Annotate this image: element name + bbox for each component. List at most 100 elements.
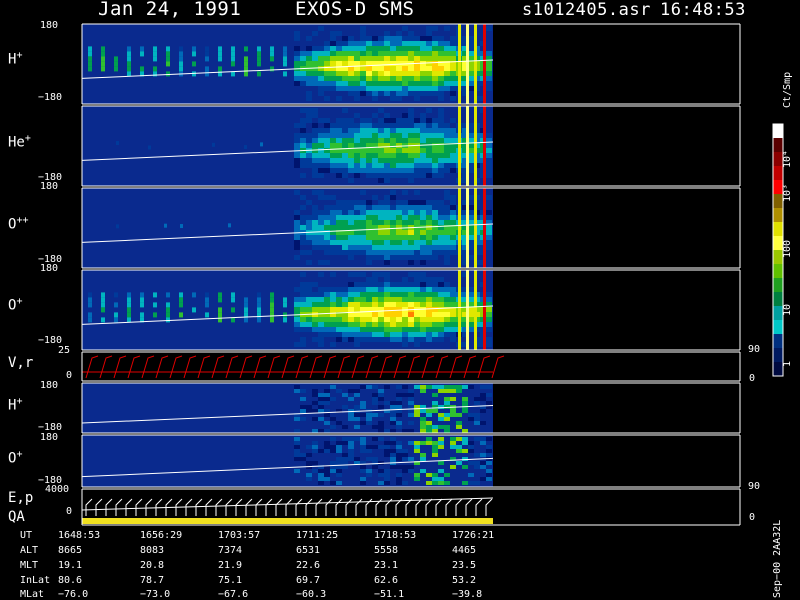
spectrogram-cell bbox=[396, 413, 402, 417]
spectrogram-cell bbox=[348, 86, 354, 91]
spectrogram-cell bbox=[396, 56, 402, 61]
spectrogram-cell bbox=[408, 36, 414, 41]
spectrogram-cell bbox=[396, 123, 402, 128]
spectrogram-cell bbox=[231, 307, 235, 313]
ephemeris-cell: 4465 bbox=[452, 545, 477, 556]
spectrogram-cell bbox=[88, 312, 92, 318]
spectrogram-cell bbox=[360, 445, 366, 449]
spectrogram-cell bbox=[312, 51, 318, 56]
spectrogram-cell bbox=[354, 235, 360, 240]
colorbar-label-1e3: 10³ bbox=[782, 183, 793, 202]
spectrogram-cell bbox=[140, 297, 144, 303]
spectrogram-cell bbox=[312, 297, 318, 302]
spectrogram-cell bbox=[396, 425, 402, 429]
spectrogram-cell bbox=[396, 133, 402, 138]
spectrogram-cell bbox=[438, 245, 444, 250]
ep-trace bbox=[245, 498, 253, 516]
spectrogram-cell bbox=[444, 215, 450, 220]
spectrogram-cell bbox=[318, 473, 324, 477]
spectrogram-cell bbox=[166, 302, 170, 308]
spectrogram-cell bbox=[372, 205, 378, 210]
spectrogram-cell bbox=[384, 441, 390, 445]
spectrogram-cell bbox=[432, 322, 438, 327]
spectrogram-cell bbox=[127, 61, 131, 67]
spectrogram-cell bbox=[366, 205, 372, 210]
spectrogram-cell bbox=[166, 56, 170, 62]
spectrogram-cell bbox=[300, 173, 306, 178]
spectrogram-cell bbox=[257, 317, 261, 323]
spectrogram-cell bbox=[372, 255, 378, 260]
spectrogram-cell bbox=[306, 453, 312, 457]
spectrogram-cell bbox=[420, 337, 426, 342]
spectrogram-cell bbox=[378, 327, 384, 332]
spectrogram-cell bbox=[318, 337, 324, 342]
spectrogram-cell bbox=[450, 297, 456, 302]
spectrogram-cell bbox=[366, 317, 372, 322]
spectrogram-cell bbox=[366, 133, 372, 138]
spectrogram-cell bbox=[294, 76, 300, 81]
spectrogram-cell bbox=[372, 168, 378, 173]
spectrogram-cell bbox=[384, 163, 390, 168]
spectrogram-cell bbox=[324, 230, 330, 235]
spectrogram-cell bbox=[450, 118, 456, 123]
spectrogram-cell bbox=[426, 41, 432, 46]
spectrogram-cell bbox=[218, 307, 222, 313]
spectrogram-cell bbox=[438, 36, 444, 41]
spectrogram-cell bbox=[127, 317, 131, 323]
spectrogram-cell bbox=[414, 138, 420, 143]
spectrogram-cell bbox=[366, 41, 372, 46]
spectrogram-cell bbox=[366, 417, 372, 421]
spectrogram-cell bbox=[438, 76, 444, 81]
spectrogram-cell bbox=[294, 153, 300, 158]
spectrogram-cell bbox=[420, 76, 426, 81]
spectrogram-cell bbox=[426, 282, 432, 287]
spectrogram-cell bbox=[283, 297, 287, 303]
ep-trace bbox=[135, 498, 143, 516]
spectrogram-cell bbox=[294, 31, 300, 36]
spectrogram-cell bbox=[336, 287, 342, 292]
spectrogram-cell bbox=[396, 46, 402, 51]
spectrogram-cell bbox=[101, 302, 105, 308]
spectrogram-cell bbox=[348, 437, 354, 441]
spectrogram-cell bbox=[306, 461, 312, 465]
spectrogram-cell bbox=[312, 292, 318, 297]
spectrogram-cell bbox=[384, 173, 390, 178]
spectrogram-cell bbox=[212, 142, 215, 147]
spectrogram-cell bbox=[408, 282, 414, 287]
spectrogram-cell bbox=[336, 327, 342, 332]
spectrogram-cell bbox=[426, 332, 432, 337]
footer-label-ut: UT bbox=[20, 530, 33, 541]
spectrogram-cell bbox=[438, 51, 444, 56]
spectrogram-cell bbox=[330, 56, 336, 61]
streak bbox=[474, 24, 477, 104]
spectrogram-cell bbox=[402, 282, 408, 287]
spectrogram-cell bbox=[153, 302, 157, 308]
spectrogram-cell bbox=[336, 168, 342, 173]
spectrogram-cell bbox=[432, 128, 438, 133]
spectrogram-cell bbox=[318, 56, 324, 61]
spectrogram-cell bbox=[342, 441, 348, 445]
spectrogram-cell bbox=[462, 457, 468, 461]
spectrogram-cell bbox=[342, 76, 348, 81]
spectrogram-cell bbox=[426, 250, 432, 255]
spectrogram-cell bbox=[486, 307, 492, 312]
spectrogram-cell bbox=[324, 128, 330, 133]
spectrogram-cell bbox=[426, 225, 432, 230]
spectrogram-cell bbox=[324, 250, 330, 255]
spectrogram-cell bbox=[348, 413, 354, 417]
spectrogram-cell bbox=[486, 210, 492, 215]
spectrogram-cell bbox=[127, 307, 131, 313]
spectrogram-cell bbox=[414, 46, 420, 51]
spectrogram-cell bbox=[408, 210, 414, 215]
colorbar-segment bbox=[773, 320, 783, 335]
spectrogram-cell bbox=[354, 327, 360, 332]
ephemeris-cell: 1726:21 bbox=[452, 530, 495, 541]
spectrogram-cell bbox=[426, 312, 432, 317]
spectrogram-cell bbox=[114, 292, 118, 298]
spectrogram-cell bbox=[300, 405, 306, 409]
spectrogram-cell bbox=[318, 230, 324, 235]
spectrogram-cell bbox=[432, 51, 438, 56]
spectrogram-cell bbox=[318, 297, 324, 302]
tick-top-o-pp: 180 bbox=[40, 181, 59, 192]
spectrogram-cell bbox=[324, 143, 330, 148]
